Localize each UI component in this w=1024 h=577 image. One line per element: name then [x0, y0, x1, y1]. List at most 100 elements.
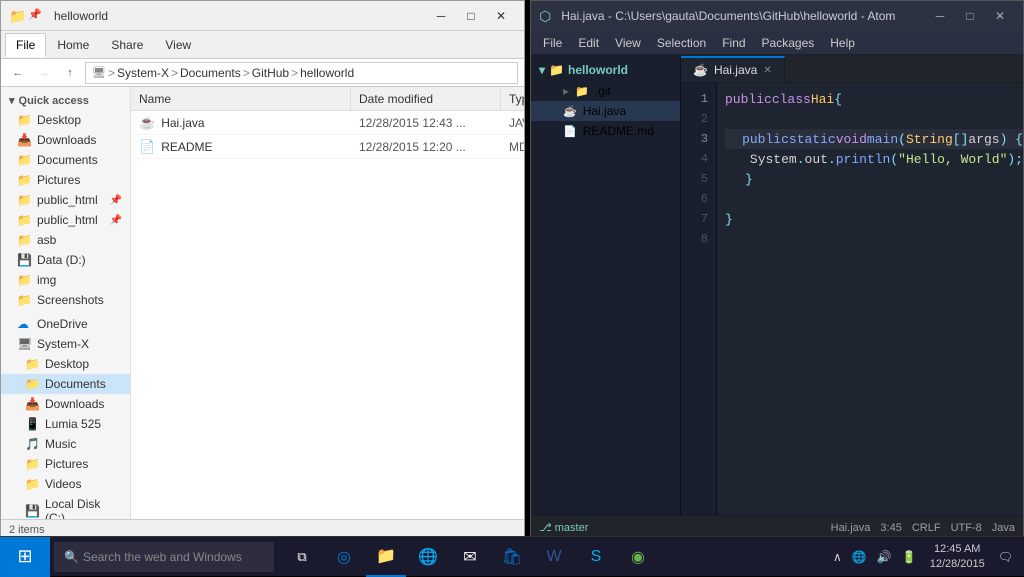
sidebar-item-comp-pictures[interactable]: 📁 Pictures: [1, 454, 130, 474]
tab-close-icon[interactable]: ✕: [763, 65, 771, 76]
sidebar-item-lumia[interactable]: 📱 Lumia 525: [1, 414, 130, 434]
menu-view[interactable]: View: [607, 31, 649, 54]
menu-help[interactable]: Help: [822, 31, 863, 54]
close-button[interactable]: ✕: [486, 1, 516, 31]
ribbon-tab-home[interactable]: Home: [46, 33, 100, 57]
taskbar-search[interactable]: 🔍 Search the web and Windows: [54, 542, 274, 572]
forward-button[interactable]: →: [33, 62, 55, 84]
pin-icon[interactable]: 📌: [28, 8, 44, 24]
menu-find[interactable]: Find: [714, 31, 753, 54]
out-ref: out: [805, 152, 828, 167]
col-header-type[interactable]: Type: [501, 87, 524, 110]
menu-packages[interactable]: Packages: [754, 31, 823, 54]
atom-maximize-button[interactable]: □: [955, 1, 985, 31]
sidebar-item-computer[interactable]: 🖥 System-X: [1, 334, 130, 354]
atom-minimize-button[interactable]: ─: [925, 1, 955, 31]
edge-icon[interactable]: ◎: [324, 537, 364, 577]
ribbon-tab-file[interactable]: File: [5, 33, 46, 57]
menu-edit[interactable]: Edit: [570, 31, 607, 54]
minimize-button[interactable]: ─: [426, 1, 456, 31]
sidebar-item-comp-desktop[interactable]: 📁 Desktop: [1, 354, 130, 374]
tab-haijava[interactable]: ☕ Hai.java ✕: [681, 56, 785, 82]
extra-icon[interactable]: ◉: [618, 537, 658, 577]
store-icon[interactable]: 🛍: [492, 537, 532, 577]
tree-arrow-icon: ▾: [539, 63, 545, 77]
line-num-2: 2: [681, 109, 716, 129]
tree-folder-icon: 📁: [549, 63, 564, 77]
tray-up-arrow[interactable]: ∧: [830, 550, 845, 564]
line-num-4: 4: [681, 149, 716, 169]
maximize-button[interactable]: □: [456, 1, 486, 31]
sidebar-item-local-disk-c[interactable]: 💾 Local Disk (C:): [1, 494, 130, 519]
menu-selection[interactable]: Selection: [649, 31, 714, 54]
sidebar-item-downloads[interactable]: 📥 Downloads: [1, 130, 130, 150]
tree-item-readme[interactable]: 📄 README.md: [531, 121, 680, 141]
ie-icon[interactable]: 🌐: [408, 537, 448, 577]
mail-icon[interactable]: ✉: [450, 537, 490, 577]
sidebar-item-asb[interactable]: 📁 asb: [1, 230, 130, 250]
sidebar-item-music[interactable]: 🎵 Music: [1, 434, 130, 454]
atom-window: ⬡ Hai.java - C:\Users\gauta\Documents\Gi…: [530, 0, 1024, 540]
windows-icon: ⊞: [17, 546, 32, 567]
table-row[interactable]: 📄 README 12/28/2015 12:20 ... MD File: [131, 135, 524, 159]
sidebar-item-comp-downloads[interactable]: 📥 Downloads: [1, 394, 130, 414]
tray-volume-icon[interactable]: 🔊: [874, 550, 895, 564]
tray-clock[interactable]: 12:45 AM 12/28/2015: [924, 542, 991, 571]
quick-access-header[interactable]: ▾ Quick access: [1, 91, 130, 110]
sidebar-item-pictures[interactable]: 📁 Pictures: [1, 170, 130, 190]
col-header-date[interactable]: Date modified: [351, 87, 501, 110]
table-row[interactable]: ☕ Hai.java 12/28/2015 12:43 ... JAVA Fil…: [131, 111, 524, 135]
col-header-name[interactable]: Name: [131, 87, 351, 110]
tab-java-icon: ☕: [693, 63, 708, 77]
type-string: String: [906, 132, 953, 147]
explorer-titlebar: 📁 📌 helloworld ─ □ ✕: [1, 1, 524, 31]
start-button[interactable]: ⊞: [0, 537, 50, 577]
back-button[interactable]: ←: [7, 62, 29, 84]
tree-item-git[interactable]: ▸ 📁 .git: [531, 81, 680, 101]
up-button[interactable]: ↑: [59, 62, 81, 84]
sidebar-item-videos[interactable]: 📁 Videos: [1, 474, 130, 494]
line-num-5: 5: [681, 169, 716, 189]
menu-file[interactable]: File: [535, 31, 570, 54]
file-name-cell: 📄 README: [131, 135, 351, 158]
sidebar-item-documents[interactable]: 📁 Documents: [1, 150, 130, 170]
sidebar-item-img[interactable]: 📁 img: [1, 270, 130, 290]
computer-icon: 🖥: [17, 337, 31, 351]
path-helloworld[interactable]: helloworld: [300, 66, 354, 80]
folder-icon: 📁: [17, 213, 31, 227]
sidebar-item-onedrive[interactable]: ☁ OneDrive: [1, 314, 130, 334]
sidebar-item-public-html-2[interactable]: 📁 public_html 📌: [1, 210, 130, 230]
folder-icon: 📁: [17, 113, 31, 127]
sidebar-item-desktop[interactable]: 📁 Desktop: [1, 110, 130, 130]
sidebar-item-datad[interactable]: 💾 Data (D:): [1, 250, 130, 270]
ribbon-tab-view[interactable]: View: [154, 33, 202, 57]
search-icon: 🔍: [64, 550, 79, 564]
code-content[interactable]: public class Hai { public static void ma…: [717, 83, 1023, 515]
close-brace-inner: }: [745, 172, 753, 187]
explorer-taskbar-icon[interactable]: 📁: [366, 537, 406, 577]
task-view-button[interactable]: ⧉: [282, 537, 322, 577]
path-documents[interactable]: Documents: [180, 66, 241, 80]
sidebar-item-public-html-1[interactable]: 📁 public_html 📌: [1, 190, 130, 210]
title-folder-icons: 📁 📌: [9, 8, 44, 24]
path-system-x[interactable]: System-X: [117, 66, 169, 80]
tray-network-icon[interactable]: 🌐: [849, 550, 870, 564]
atom-close-button[interactable]: ✕: [985, 1, 1015, 31]
ribbon-tab-share[interactable]: Share: [100, 33, 154, 57]
address-path[interactable]: 🖥 > System-X > Documents > GitHub > hell…: [85, 62, 518, 84]
sidebar-item-comp-documents[interactable]: 📁 Documents: [1, 374, 130, 394]
code-editor[interactable]: 1 2 3 4 5 6 7 8 public class Hai {: [681, 83, 1023, 515]
tray-battery-icon[interactable]: 🔋: [899, 550, 920, 564]
atom-menu-bar: File Edit View Selection Find Packages H…: [531, 31, 1023, 55]
word-icon[interactable]: W: [534, 537, 574, 577]
paren-open: (: [898, 132, 906, 147]
explorer-window-controls: ─ □ ✕: [426, 1, 516, 31]
tree-root-folder[interactable]: ▾ 📁 helloworld: [531, 59, 680, 81]
folder-icon: 📁: [17, 233, 31, 247]
path-github[interactable]: GitHub: [252, 66, 289, 80]
tree-item-haijava[interactable]: ☕ Hai.java: [531, 101, 680, 121]
notification-icon[interactable]: 🗨: [995, 550, 1016, 564]
keyword-static: static: [789, 132, 836, 147]
sidebar-item-screenshots[interactable]: 📁 Screenshots: [1, 290, 130, 310]
skype-icon[interactable]: S: [576, 537, 616, 577]
